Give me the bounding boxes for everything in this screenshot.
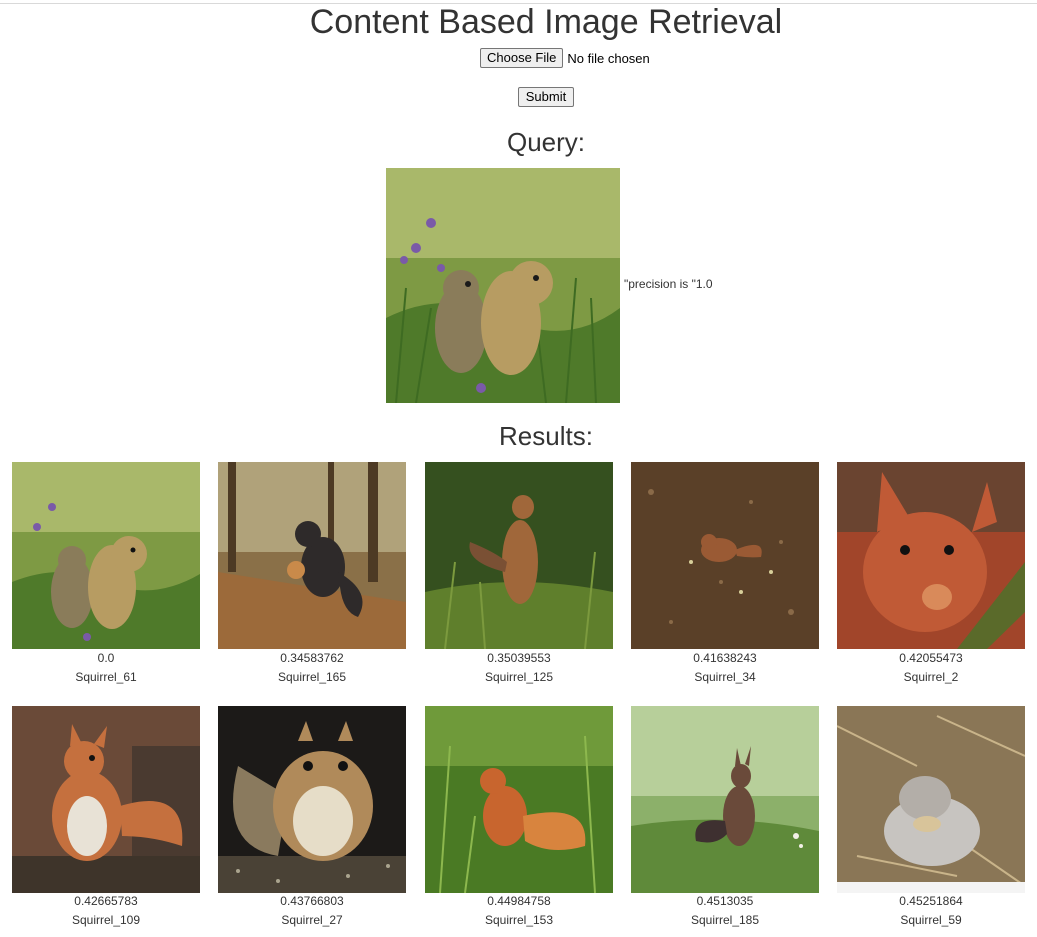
submit-button[interactable]: Submit — [518, 87, 574, 107]
result-image-3[interactable] — [425, 462, 613, 649]
result-image-7[interactable] — [218, 706, 406, 893]
result-image-5[interactable] — [837, 462, 1025, 649]
result-image-6[interactable] — [12, 706, 200, 893]
result-score-3: 0.35039553 — [487, 651, 551, 665]
result-label-2: Squirrel_165 — [277, 670, 347, 684]
result-label-1: Squirrel_61 — [75, 670, 137, 684]
result-score-9: 0.4513035 — [696, 894, 754, 908]
result-score-2: 0.34583762 — [280, 651, 344, 665]
result-score-1: 0.0 — [97, 651, 115, 665]
file-status-text: No file chosen — [567, 50, 650, 66]
result-label-10: Squirrel_59 — [900, 913, 962, 927]
results-heading: Results: — [499, 421, 593, 451]
result-image-8[interactable] — [425, 706, 613, 893]
precision-text: "precision is "1.0 — [624, 277, 713, 291]
result-image-2[interactable] — [218, 462, 406, 649]
result-label-3: Squirrel_125 — [484, 670, 554, 684]
result-score-5: 0.42055473 — [899, 651, 963, 665]
result-image-4[interactable] — [631, 462, 819, 649]
result-image-10[interactable] — [837, 706, 1025, 893]
result-label-4: Squirrel_34 — [694, 670, 756, 684]
result-label-8: Squirrel_153 — [484, 913, 554, 927]
result-score-8: 0.44984758 — [487, 894, 551, 908]
result-score-10: 0.45251864 — [899, 894, 963, 908]
page-title: Content Based Image Retrieval — [309, 3, 783, 41]
result-image-9[interactable] — [631, 706, 819, 893]
result-label-9: Squirrel_185 — [690, 913, 760, 927]
file-input[interactable]: Choose File No file chosen — [480, 48, 650, 68]
result-score-4: 0.41638243 — [693, 651, 757, 665]
result-image-1[interactable] — [12, 462, 200, 649]
query-heading: Query: — [506, 127, 586, 157]
cbir-page: Content Based Image Retrieval Choose Fil… — [0, 0, 1037, 937]
result-score-6: 0.42665783 — [74, 894, 138, 908]
result-label-5: Squirrel_2 — [903, 670, 959, 684]
choose-file-button[interactable]: Choose File — [480, 48, 564, 68]
query-image — [386, 168, 620, 403]
result-label-7: Squirrel_27 — [281, 913, 343, 927]
result-score-7: 0.43766803 — [280, 894, 344, 908]
result-label-6: Squirrel_109 — [71, 913, 141, 927]
